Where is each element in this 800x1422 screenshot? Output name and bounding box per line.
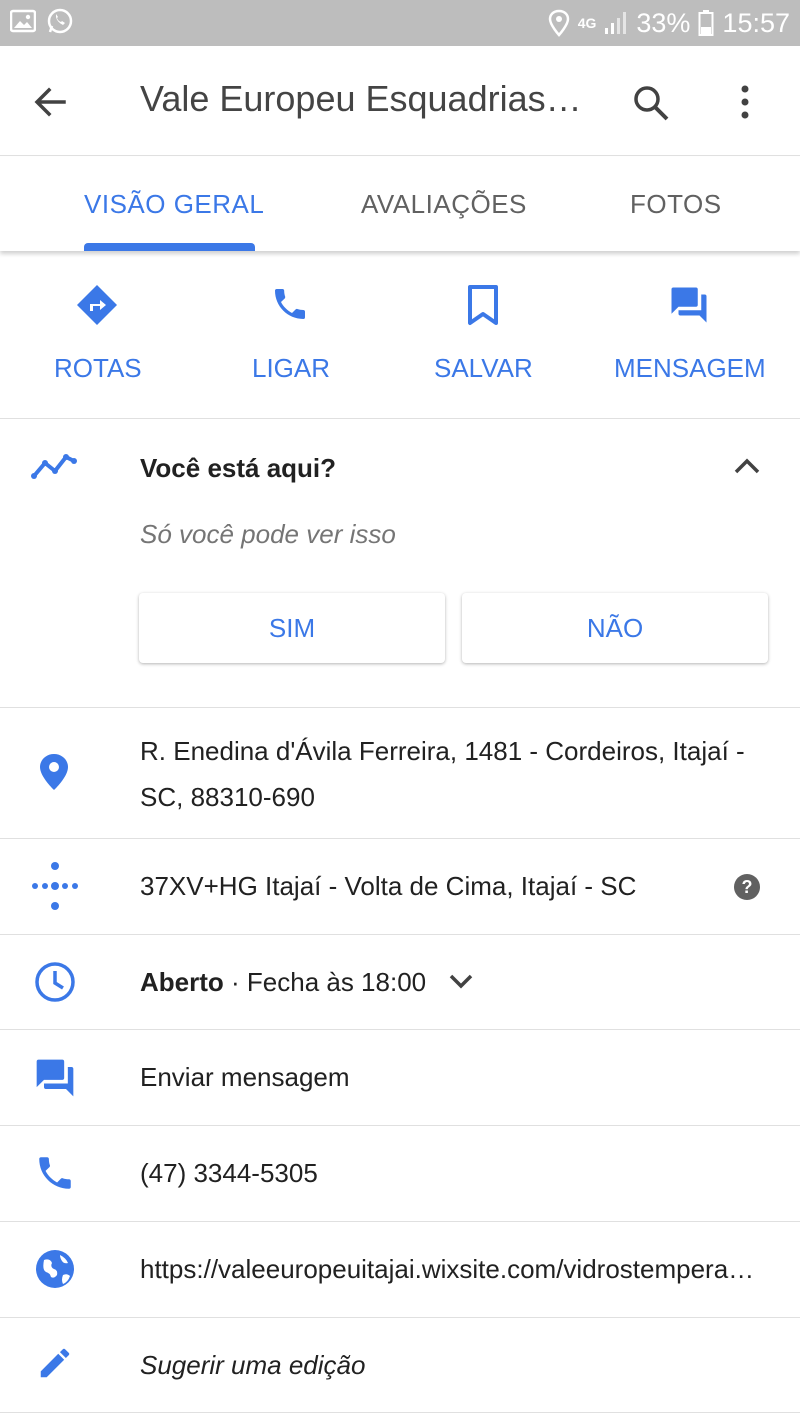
phone-row[interactable]: (47) 3344-5305	[0, 1126, 800, 1222]
hours-row[interactable]: Aberto · Fecha às 18:00	[0, 935, 800, 1030]
address-row[interactable]: R. Enedina d'Ávila Ferreira, 1481 - Cord…	[0, 708, 800, 839]
directions-label: ROTAS	[54, 353, 142, 383]
clock-icon	[34, 961, 76, 1008]
network-type: 4G	[577, 15, 597, 31]
address-text: R. Enedina d'Ávila Ferreira, 1481 - Cord…	[140, 736, 745, 812]
send-message-text: Enviar mensagem	[140, 1062, 350, 1092]
search-icon[interactable]	[632, 84, 670, 127]
plus-code-row[interactable]: 37XV+HG Itajaí - Volta de Cima, Itajaí -…	[0, 839, 800, 935]
call-button[interactable]: LIGAR	[200, 252, 400, 418]
no-button[interactable]: NÃO	[462, 593, 768, 663]
status-bar: 4G 33% 15:57	[0, 0, 800, 46]
message-button[interactable]: MENSAGEM	[600, 252, 800, 418]
tab-photos[interactable]: FOTOS	[630, 189, 722, 220]
tab-reviews[interactable]: AVALIAÇÕES	[361, 189, 527, 220]
app-bar: Vale Europeu Esquadrias…	[0, 46, 800, 156]
help-icon[interactable]: ?	[733, 873, 761, 906]
chevron-down-icon[interactable]	[448, 971, 474, 996]
hours-detail: · Fecha às 18:00	[223, 967, 427, 997]
plus-code-icon	[31, 861, 79, 916]
location-pin-icon	[38, 752, 70, 797]
tab-overview[interactable]: VISÃO GERAL	[84, 189, 264, 220]
signal-icon	[604, 10, 628, 36]
clock-time: 15:57	[722, 7, 790, 38]
hours-text: Aberto · Fecha às 18:00	[140, 967, 426, 998]
send-message-row[interactable]: Enviar mensagem	[0, 1030, 800, 1126]
page-title: Vale Europeu Esquadrias…	[140, 78, 582, 119]
tab-bar: VISÃO GERAL AVALIAÇÕES FOTOS	[0, 157, 800, 251]
save-label: SALVAR	[434, 353, 533, 383]
phone-icon	[34, 1152, 76, 1199]
message-label: MENSAGEM	[614, 353, 766, 383]
location-status-icon	[548, 9, 570, 37]
website-link[interactable]: https://valeeuropeuitajai.wixsite.com/vi…	[140, 1254, 760, 1285]
suggest-edit-row[interactable]: Sugerir uma edição	[0, 1318, 800, 1413]
phone-text: (47) 3344-5305	[140, 1158, 318, 1188]
message-icon	[33, 1056, 77, 1105]
suggest-edit-text: Sugerir uma edição	[140, 1350, 366, 1380]
action-bar: ROTAS LIGAR SALVAR MENSAGEM	[0, 252, 800, 419]
whatsapp-icon	[46, 7, 74, 40]
chevron-up-icon[interactable]	[733, 456, 761, 481]
hours-status: Aberto	[140, 967, 224, 997]
active-tab-indicator	[84, 243, 255, 251]
edit-pencil-icon	[36, 1344, 74, 1387]
yes-button[interactable]: SIM	[139, 593, 445, 663]
svg-text:?: ?	[742, 877, 753, 897]
save-button[interactable]: SALVAR	[400, 252, 600, 418]
here-subtitle: Só você pode ver isso	[140, 519, 396, 549]
battery-icon	[698, 9, 714, 37]
back-arrow-icon[interactable]	[32, 84, 68, 125]
here-question: Você está aqui?	[140, 453, 337, 483]
plus-code-text: 37XV+HG Itajaí - Volta de Cima, Itajaí -…	[140, 871, 637, 901]
website-row[interactable]: https://valeeuropeuitajai.wixsite.com/vi…	[0, 1222, 800, 1318]
call-label: LIGAR	[252, 353, 331, 383]
directions-icon	[76, 284, 118, 331]
directions-button[interactable]: ROTAS	[0, 252, 200, 418]
battery-percent: 33%	[636, 7, 691, 38]
timeline-icon	[31, 451, 77, 486]
phone-icon	[270, 284, 310, 329]
globe-icon	[34, 1248, 76, 1295]
you-are-here-section: Você está aqui? Só você pode ver isso SI…	[0, 419, 800, 708]
bookmark-icon	[464, 284, 502, 331]
more-vert-icon[interactable]	[730, 84, 760, 125]
gallery-icon	[9, 9, 37, 38]
message-icon	[668, 284, 710, 331]
